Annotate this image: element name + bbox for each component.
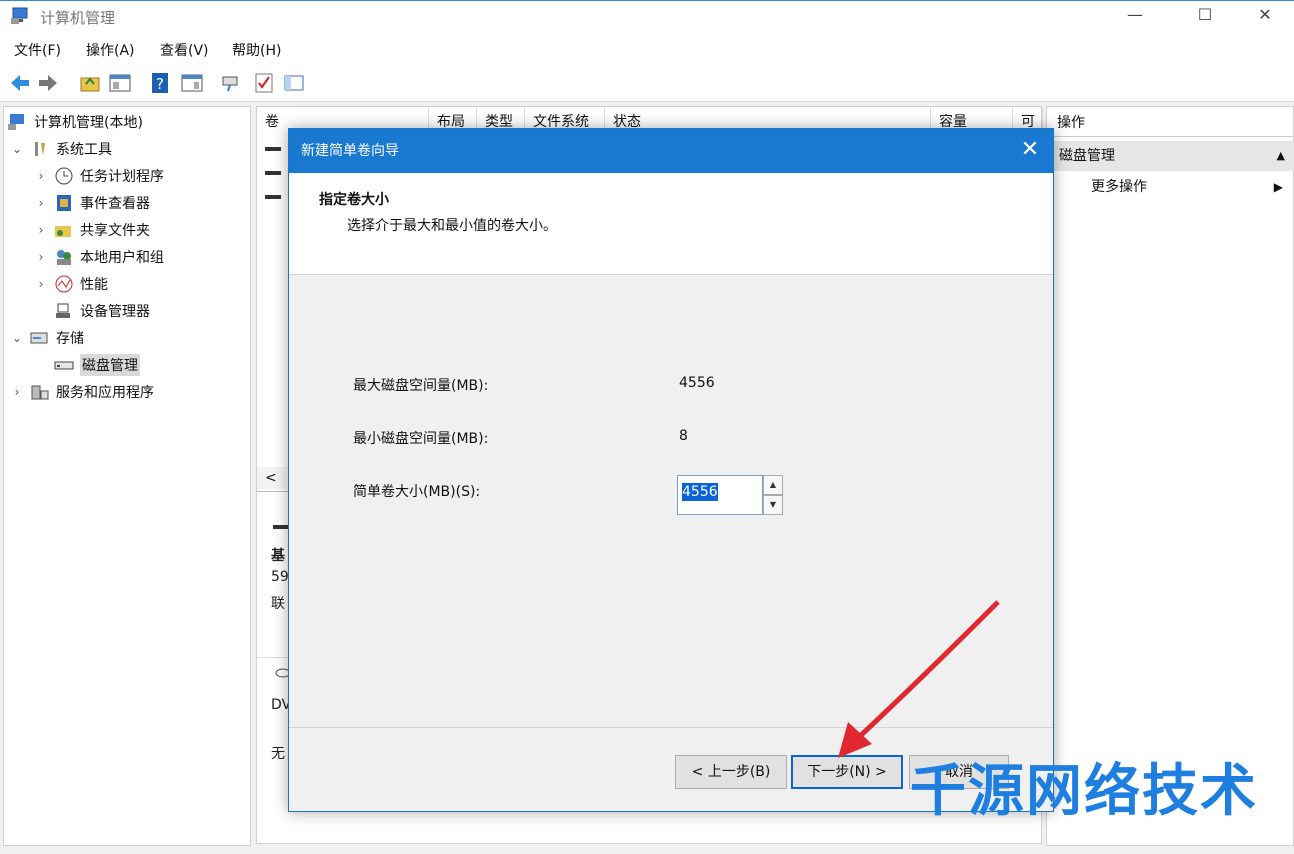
toolbar: ?	[0, 64, 1294, 102]
tree-item-system-tools[interactable]: ⌄ 系统工具	[10, 137, 112, 161]
min-space-label: 最小磁盘空间量(MB):	[353, 431, 489, 447]
disk-icon	[273, 525, 289, 529]
disk-icon	[54, 361, 74, 370]
tree-item-storage[interactable]: ⌄ 存储	[10, 326, 84, 350]
window-title: 计算机管理	[40, 9, 116, 27]
back-button[interactable]: < 上一步(B)	[675, 755, 787, 789]
help-icon[interactable]: ?	[148, 71, 172, 95]
step-description: 选择介于最大和最小值的卷大小。	[347, 218, 557, 234]
show-hide-tree-icon[interactable]	[108, 71, 132, 95]
properties-icon[interactable]	[180, 71, 204, 95]
submenu-arrow-icon: ▶	[1273, 180, 1283, 194]
tree-item-shared-folders[interactable]: › 共享文件夹	[34, 218, 150, 242]
computer-management-icon	[8, 114, 24, 130]
expand-arrow-icon[interactable]: ›	[34, 250, 48, 264]
tree-item-services-apps[interactable]: › 服务和应用程序	[10, 380, 154, 404]
computer-management-icon	[11, 7, 28, 24]
dialog-title: 新建简单卷向导	[289, 129, 1053, 173]
volume-size-label: 简单卷大小(MB)(S):	[353, 484, 481, 500]
stepper-down-icon[interactable]: ▼	[763, 495, 783, 515]
services-icon	[31, 385, 49, 400]
dialog-close-button[interactable]: ✕	[1017, 137, 1043, 163]
dialog-header: 指定卷大小 选择介于最大和最小值的卷大小。	[289, 173, 1053, 275]
volume-row-icon	[265, 171, 281, 175]
min-space-value: 8	[679, 428, 688, 444]
expand-arrow-icon[interactable]: ›	[34, 277, 48, 291]
no-media-fragment: 无	[271, 746, 285, 762]
disk-size-fragment: 59	[271, 569, 289, 585]
max-space-label: 最大磁盘空间量(MB):	[353, 378, 489, 394]
max-space-value: 4556	[679, 375, 715, 391]
expand-arrow-icon[interactable]: ›	[34, 196, 48, 210]
expand-arrow-icon[interactable]: ⌄	[10, 142, 24, 156]
next-button[interactable]: 下一步(N) >	[791, 755, 903, 789]
minimize-button[interactable]: —	[1112, 1, 1158, 31]
more-actions-link[interactable]: 更多操作	[1091, 177, 1147, 197]
console-tree: 计算机管理(本地) ⌄ 系统工具 › 任务计划程序 › 事件查看器 › 共享文件…	[3, 106, 251, 846]
menu-view[interactable]: 查看(V)	[160, 40, 209, 60]
volume-size-input[interactable]: 4556	[677, 475, 763, 515]
tree-root[interactable]: 计算机管理(本地)	[8, 110, 143, 134]
event-viewer-icon	[57, 195, 71, 211]
expand-arrow-icon[interactable]: ›	[34, 169, 48, 183]
menu-file[interactable]: 文件(F)	[14, 40, 61, 60]
tree-item-performance[interactable]: › 性能	[34, 272, 108, 296]
users-icon	[57, 250, 71, 265]
step-heading: 指定卷大小	[319, 192, 389, 208]
up-folder-icon[interactable]	[78, 71, 102, 95]
forward-arrow-icon[interactable]	[36, 71, 60, 95]
close-button[interactable]: ✕	[1242, 1, 1288, 31]
tree-item-task-scheduler[interactable]: › 任务计划程序	[34, 164, 164, 188]
actions-pane: 操作 磁盘管理 ▲ 更多操作 ▶	[1046, 106, 1294, 846]
disk-type-fragment: 基	[271, 548, 285, 564]
menu-bar: 文件(F) 操作(A) 查看(V) 帮助(H)	[0, 32, 1294, 64]
performance-icon	[55, 275, 73, 293]
storage-icon	[30, 332, 48, 344]
device-manager-icon	[56, 303, 70, 318]
new-simple-volume-wizard: 新建简单卷向导 ✕ 指定卷大小 选择介于最大和最小值的卷大小。 最大磁盘空间量(…	[288, 128, 1054, 812]
tree-item-event-viewer[interactable]: › 事件查看器	[34, 191, 150, 215]
svg-text:?: ?	[156, 75, 164, 93]
expand-arrow-icon[interactable]: ›	[10, 385, 24, 399]
window-titlebar: 计算机管理 — ☐ ✕	[0, 0, 1294, 32]
volume-size-stepper[interactable]: 4556 ▲ ▼	[677, 475, 783, 515]
volume-row-icon	[265, 195, 281, 199]
disk-status-fragment: 联	[271, 596, 285, 612]
scroll-left-button[interactable]: <	[257, 467, 287, 489]
actions-section-disk-management[interactable]: 磁盘管理 ▲	[1047, 141, 1294, 171]
expand-arrow-icon[interactable]: ›	[34, 223, 48, 237]
tree-item-disk-management[interactable]: 磁盘管理	[34, 353, 140, 377]
maximize-button[interactable]: ☐	[1182, 1, 1228, 31]
stepper-up-icon[interactable]: ▲	[763, 475, 783, 495]
watermark: 千源网络技术	[910, 759, 1258, 824]
connect-icon[interactable]	[220, 71, 244, 95]
tree-item-local-users[interactable]: › 本地用户和组	[34, 245, 164, 269]
menu-help[interactable]: 帮助(H)	[232, 40, 281, 60]
clock-icon	[55, 167, 73, 185]
expand-arrow-icon[interactable]: ⌄	[10, 331, 24, 345]
tree-item-device-manager[interactable]: 设备管理器	[34, 299, 150, 323]
collapse-arrow-icon[interactable]: ▲	[1277, 141, 1285, 171]
dialog-footer-divider	[289, 727, 1053, 728]
window-icon[interactable]	[282, 71, 306, 95]
shared-folder-icon	[55, 226, 71, 237]
checklist-icon[interactable]	[252, 71, 276, 95]
volume-size-value: 4556	[682, 483, 718, 501]
menu-action[interactable]: 操作(A)	[86, 40, 135, 60]
volume-row-icon	[265, 147, 281, 151]
actions-header: 操作	[1047, 107, 1294, 137]
tools-icon	[35, 142, 45, 156]
back-arrow-icon[interactable]	[8, 71, 32, 95]
